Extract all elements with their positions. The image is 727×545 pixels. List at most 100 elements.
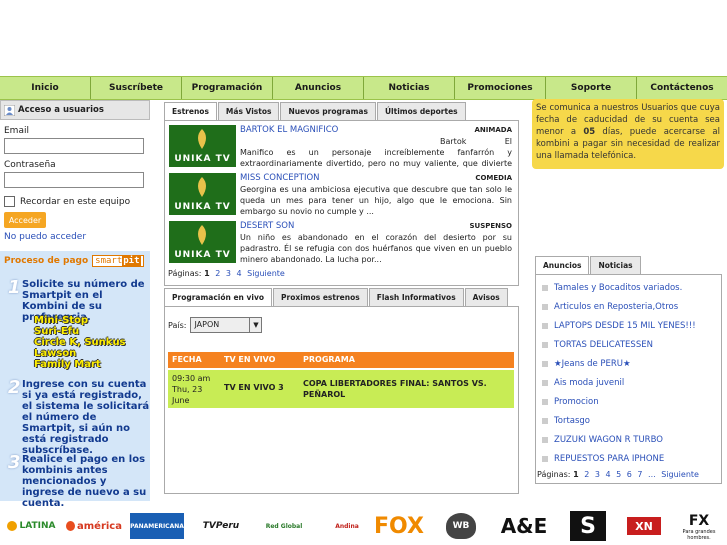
step-2-text: Ingrese con su cuenta si ya está registr… <box>22 379 150 456</box>
country-select[interactable]: JAPON ▼ <box>190 317 263 333</box>
bullet-icon <box>542 323 548 329</box>
ad-label: LAPTOPS DESDE 15 MIL YENES!!! <box>554 321 696 331</box>
next-page-link[interactable]: Siguiente <box>247 269 285 278</box>
page-link[interactable]: 7 <box>637 470 642 479</box>
nav-soporte[interactable]: Soporte <box>546 77 637 99</box>
movies-tabs: Estrenos Más Vistos Nuevos programas Últ… <box>164 102 519 120</box>
tab-estrenos[interactable]: Estrenos <box>164 102 217 120</box>
nav-programacion[interactable]: Programación <box>182 77 273 99</box>
schedule-row[interactable]: 09:30 am Thu, 23 June TV EN VIVO 3 COPA … <box>168 370 514 408</box>
movie-thumbnail[interactable]: UNIKA TV <box>169 173 236 215</box>
ae-logo[interactable]: A&E <box>501 512 548 540</box>
main-nav: Inicio Suscríbete Programación Anuncios … <box>0 76 727 100</box>
ad-label: Ais moda juvenil <box>554 378 625 388</box>
next-page-link[interactable]: Siguiente <box>661 470 699 479</box>
pages-label: Páginas: <box>168 269 202 278</box>
store-item: Suri-Efu <box>34 326 80 337</box>
channel-label: Andina <box>335 522 359 530</box>
movie-title[interactable]: MISS CONCEPTION <box>240 173 320 183</box>
ad-item[interactable]: Ais moda juvenil <box>542 378 624 388</box>
tab-nuevos-programas[interactable]: Nuevos programas <box>280 102 376 120</box>
movie-genre: ANIMADA <box>474 126 513 134</box>
ad-item[interactable]: Promocion <box>542 397 599 407</box>
sony-logo[interactable]: S <box>570 511 606 541</box>
header-programa: PROGRAMA <box>303 355 355 364</box>
page-link[interactable]: 3 <box>595 470 600 479</box>
page-link[interactable]: 2 <box>584 470 589 479</box>
fx-logo[interactable]: FX Para grandes hombres. <box>674 511 724 543</box>
bullet-icon <box>542 437 548 443</box>
ad-item[interactable]: REPUESTOS PARA IPHONE <box>542 454 664 464</box>
login-title: Acceso a usuarios <box>18 105 104 115</box>
panamericana-logo[interactable]: PANAMERICANA <box>130 513 184 539</box>
page-link[interactable]: 4 <box>605 470 610 479</box>
nav-promociones[interactable]: Promociones <box>455 77 546 99</box>
bullet-icon <box>542 380 548 386</box>
page-link[interactable]: 6 <box>627 470 632 479</box>
movies-list: UNIKA TV BARTOK EL MAGNIFICO ANIMADA Bar… <box>164 120 519 286</box>
america-logo[interactable]: américa <box>66 515 122 537</box>
bullet-icon <box>542 361 548 367</box>
nav-inicio[interactable]: Inicio <box>0 77 91 99</box>
fx-tagline: Para grandes hombres. <box>682 529 716 541</box>
page-link[interactable]: 5 <box>616 470 621 479</box>
live-body: País: JAPON ▼ FECHA TV EN VIVO PROGRAMA … <box>164 306 519 494</box>
channel-label: PANAMERICANA <box>130 522 184 530</box>
step-3-text: Realice el pago en los kombinis antes me… <box>22 454 147 509</box>
page-link[interactable]: 2 <box>215 269 220 278</box>
tab-anuncios[interactable]: Anuncios <box>535 256 590 274</box>
page-link[interactable]: ... <box>648 470 656 479</box>
andina-logo[interactable]: Andina <box>330 513 364 539</box>
ad-label: ★Jeans de PERU★ <box>554 359 631 369</box>
tab-ultimos-deportes[interactable]: Últimos deportes <box>376 102 466 120</box>
bullet-icon <box>542 418 548 424</box>
ad-item[interactable]: Articulos en Reposteria,Otros <box>542 302 678 312</box>
page-link[interactable]: 3 <box>226 269 231 278</box>
bullet-icon <box>542 285 548 291</box>
fox-logo[interactable]: FOX <box>374 512 424 540</box>
nav-noticias[interactable]: Noticias <box>364 77 455 99</box>
remember-checkbox[interactable] <box>4 196 15 207</box>
movie-title[interactable]: DESERT SON <box>240 221 294 231</box>
channel-label: FOX <box>374 513 424 539</box>
latina-logo[interactable]: LATINA <box>4 515 58 537</box>
nav-suscribete[interactable]: Suscríbete <box>91 77 182 99</box>
store-item: Mini-Stop <box>34 315 89 326</box>
remember-label: Recordar en este equipo <box>20 196 131 207</box>
movie-title[interactable]: BARTOK EL MAGNIFICO <box>240 125 338 135</box>
ad-item[interactable]: LAPTOPS DESDE 15 MIL YENES!!! <box>542 321 696 331</box>
unika-logo: UNIKA TV <box>174 250 231 260</box>
channel-label: FX <box>688 513 710 529</box>
tab-flash-informativos[interactable]: Flash Informativos <box>368 288 464 306</box>
tab-mas-vistos[interactable]: Más Vistos <box>217 102 280 120</box>
tab-avisos[interactable]: Avisos <box>464 288 508 306</box>
page-link[interactable]: 4 <box>236 269 241 278</box>
ad-item[interactable]: Tortasgo <box>542 416 590 426</box>
ad-item[interactable]: TORTAS DELICATESSEN <box>542 340 653 350</box>
ad-item[interactable]: ★Jeans de PERU★ <box>542 359 631 369</box>
ad-item[interactable]: Tamales y Bocaditos variados. <box>542 283 682 293</box>
forgot-link[interactable]: No puedo acceder <box>4 232 150 242</box>
ad-item[interactable]: ZUZUKI WAGON R TURBO <box>542 435 663 445</box>
tvperu-logo[interactable]: TVPeru <box>193 515 249 537</box>
live-tabs: Programación en vivo Proximos estrenos F… <box>164 288 519 306</box>
nav-anuncios[interactable]: Anuncios <box>273 77 364 99</box>
channel-label: américa <box>77 520 122 532</box>
tab-noticias[interactable]: Noticias <box>590 256 641 274</box>
schedule-header: FECHA TV EN VIVO PROGRAMA <box>168 352 514 368</box>
wb-logo[interactable]: WB <box>446 513 476 539</box>
password-field[interactable] <box>4 172 144 188</box>
step-3-number: 3 <box>8 452 21 473</box>
email-field[interactable] <box>4 138 144 154</box>
smartpit-title: Proceso de pago <box>4 256 89 266</box>
pages-label: Páginas: <box>537 470 571 479</box>
movie-thumbnail[interactable]: UNIKA TV <box>169 221 236 263</box>
tab-proximos-estrenos[interactable]: Proximos estrenos <box>273 288 368 306</box>
login-button[interactable]: Acceder <box>4 212 46 228</box>
red-global-logo[interactable]: Red Global <box>264 515 304 537</box>
tab-programacion-en-vivo[interactable]: Programación en vivo <box>164 288 273 306</box>
nav-contactenos[interactable]: Contáctenos <box>637 77 727 99</box>
axn-logo[interactable]: XN <box>627 517 661 535</box>
movie-genre: SUSPENSO <box>469 222 512 230</box>
store-item: Circle K, Sunkus <box>34 337 126 348</box>
